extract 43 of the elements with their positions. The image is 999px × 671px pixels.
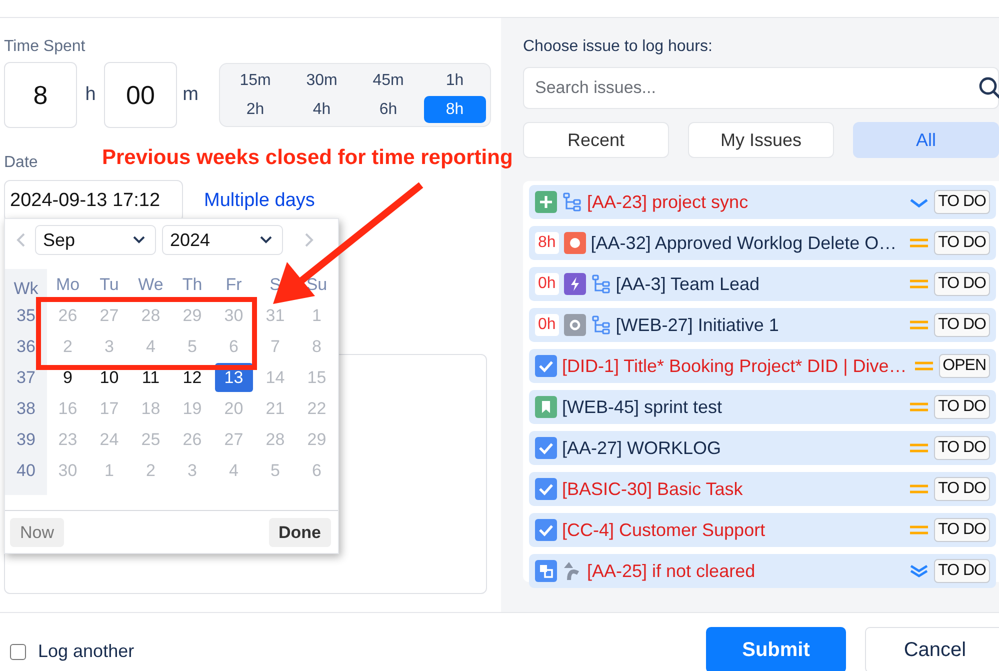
issue-title: [WEB-45] sprint test [562, 396, 724, 418]
status-badge: TO DO [934, 477, 990, 501]
status-badge: OPEN [938, 354, 990, 378]
status-badge: TO DO [934, 231, 990, 255]
status-badge: TO DO [934, 190, 990, 214]
week-number: 36 [16, 336, 36, 358]
annotation-text: Previous weeks closed for time reporting [102, 146, 513, 170]
field-label: Choose issue to log hours: [523, 38, 714, 56]
checkbox-label: Log another [38, 641, 134, 662]
issue-title: [AA-32] Approved Worklog Delete O… [590, 232, 898, 254]
weekday-header: Th [181, 274, 204, 296]
status-badge: TO DO [934, 559, 990, 583]
issue-title: [WEB-27] Initiative 1 [616, 314, 780, 336]
week-number: 40 [16, 460, 36, 482]
weekday-header: Mo [54, 274, 81, 296]
week-number: 37 [16, 366, 36, 388]
status-badge: TO DO [934, 272, 990, 296]
week-number: 35 [16, 304, 36, 326]
field-label: Time Spent [4, 38, 86, 57]
weekday-header: Fr [224, 274, 243, 296]
issue-title: [AA-27] WORKLOG [562, 438, 722, 458]
issue-title: [BASIC-30] Basic Task [562, 478, 744, 500]
logged-time: 0h [535, 314, 559, 336]
week-number: 38 [16, 398, 36, 420]
issue-title: [AA-3] Team Lead [616, 274, 761, 294]
unit-label: h [84, 84, 97, 106]
unit-label: m [182, 84, 200, 106]
logged-time: 8h [535, 232, 559, 254]
week-header: Wk [12, 278, 40, 300]
weekday-header: Su [305, 274, 328, 296]
week-number: 39 [16, 428, 36, 450]
issue-title: [AA-23] project sync [587, 192, 750, 212]
status-badge: TO DO [934, 518, 990, 542]
issue-title: [CC-4] Customer Support [562, 520, 766, 540]
issue-title: [DID-1] Title* Booking Project* DID | Dive… [562, 356, 908, 376]
weekday-header: Tu [98, 274, 120, 296]
status-badge: TO DO [934, 395, 990, 419]
issue-title: [AA-25] if not cleared [587, 560, 756, 582]
field-label: Date [4, 154, 38, 173]
logged-time: 0h [535, 273, 559, 295]
status-badge: TO DO [934, 436, 990, 460]
status-badge: TO DO [934, 313, 990, 337]
weekday-header: We [137, 274, 164, 296]
